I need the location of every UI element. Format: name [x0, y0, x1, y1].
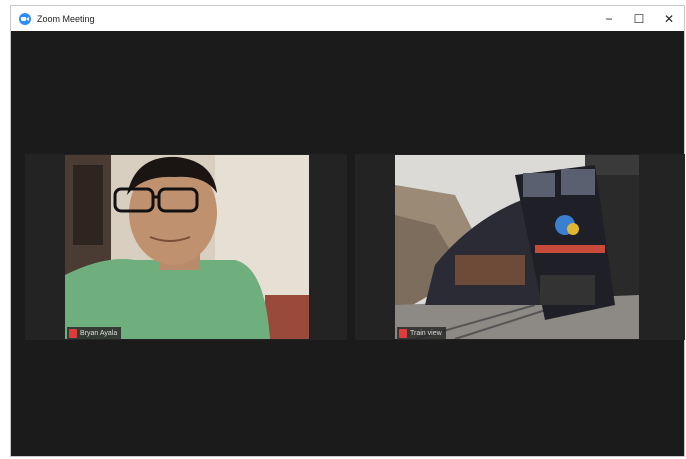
participant-tile[interactable]: Bryan Ayala [25, 154, 347, 340]
maximize-button[interactable]: ☐ [624, 6, 654, 31]
participant-name-tag: Train view [397, 327, 446, 340]
title-bar[interactable]: Zoom Meeting − ☐ ✕ [11, 6, 684, 31]
close-button[interactable]: ✕ [654, 6, 684, 31]
train-video-icon [395, 155, 639, 339]
video-grid: Bryan Ayala Train view [11, 31, 685, 456]
participant-video [65, 155, 309, 339]
zoom-logo-icon [19, 12, 31, 25]
participant-tile[interactable]: Train view [355, 154, 685, 340]
muted-mic-icon [399, 329, 407, 338]
participant-name: Train view [410, 330, 442, 337]
man-with-glasses-video-icon [65, 155, 309, 339]
participant-name: Bryan Ayala [80, 330, 118, 337]
participant-video [395, 155, 639, 339]
minimize-button[interactable]: − [594, 6, 624, 31]
zoom-window: Zoom Meeting − ☐ ✕ Bryan Ayala Train vie… [10, 5, 685, 457]
window-controls: − ☐ ✕ [594, 6, 684, 31]
participant-name-tag: Bryan Ayala [67, 327, 122, 340]
muted-mic-icon [69, 329, 77, 338]
window-title: Zoom Meeting [37, 13, 95, 24]
